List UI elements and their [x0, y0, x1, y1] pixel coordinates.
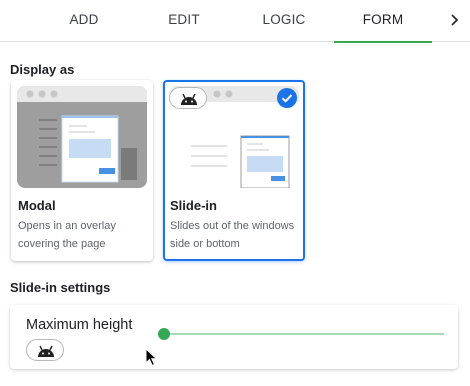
slide-in-option-card[interactable]: Slide-in Slides out of the windows side …: [163, 80, 305, 261]
slide-in-description: Slides out of the windows side or bottom: [170, 220, 295, 250]
slider-thumb[interactable]: [158, 328, 170, 340]
android-icon: [181, 93, 197, 105]
slider-track[interactable]: [162, 333, 444, 335]
maximum-height-label: Maximum height: [26, 317, 133, 333]
tab-logic[interactable]: LOGIC: [236, 0, 332, 42]
android-badge: [169, 87, 207, 109]
modal-description: Opens in an overlay covering the page: [18, 220, 116, 250]
maximum-height-slider[interactable]: [158, 327, 444, 341]
mouse-cursor-icon: [145, 347, 159, 368]
display-as-label: Display as: [10, 62, 75, 77]
modal-title: Modal: [18, 198, 56, 213]
slide-in-settings-label: Slide-in settings: [10, 280, 111, 295]
tab-form[interactable]: FORM: [334, 0, 432, 43]
selected-check-icon: [277, 88, 297, 108]
android-icon: [38, 345, 54, 357]
android-badge: [26, 339, 64, 361]
slide-in-title: Slide-in: [170, 198, 217, 213]
chevron-right-icon[interactable]: [444, 10, 464, 30]
slide-in-settings-panel: Maximum height: [10, 305, 458, 369]
tab-add[interactable]: ADD: [36, 0, 132, 42]
modal-thumbnail: [17, 86, 147, 188]
modal-option-card[interactable]: Modal Opens in an overlay covering the p…: [11, 80, 153, 261]
tab-bar: ADD EDIT LOGIC FORM: [0, 0, 470, 43]
tab-edit[interactable]: EDIT: [136, 0, 232, 42]
